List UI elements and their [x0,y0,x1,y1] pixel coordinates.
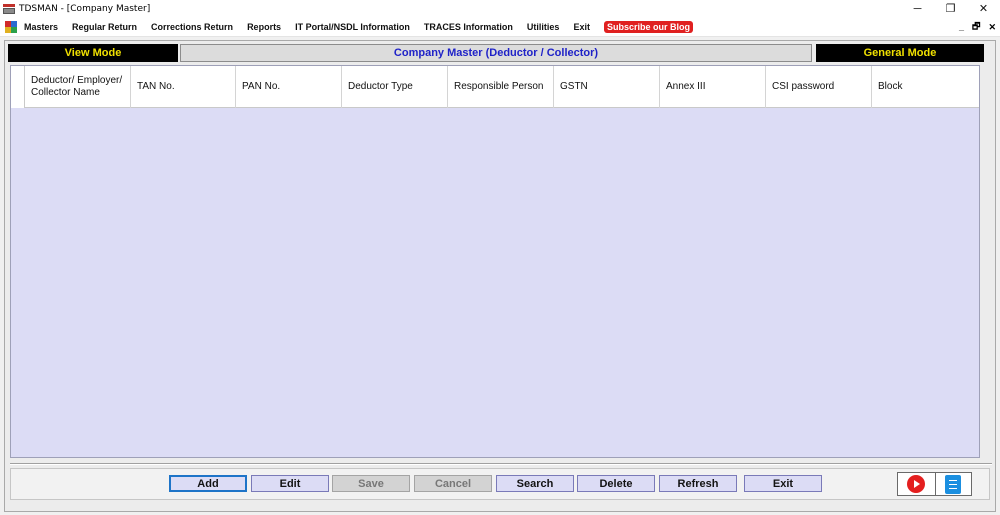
view-mode-label: View Mode [8,44,178,62]
menu-exit[interactable]: Exit [573,22,590,32]
window-titlebar: TDSMAN - [Company Master] ─ ❐ ✕ [0,0,1000,17]
column-header-block[interactable]: Block [872,66,979,108]
company-grid[interactable]: Deductor/ Employer/ Collector Name TAN N… [10,65,980,458]
column-header-responsible-person[interactable]: Responsible Person [448,66,554,108]
menu-regular-return[interactable]: Regular Return [72,22,137,32]
menu-bar: Masters Regular Return Corrections Retur… [0,17,1000,37]
column-header-csi-password[interactable]: CSI password [766,66,872,108]
edit-button[interactable]: Edit [251,475,329,492]
exit-button[interactable]: Exit [744,475,822,492]
mdi-controls: _ 🗗 ✕ [959,17,996,37]
window-controls: ─ ❐ ✕ [901,0,1000,17]
mdi-close-icon[interactable]: ✕ [988,22,996,33]
subscribe-blog-link[interactable]: Subscribe our Blog [603,20,693,33]
menu-utilities[interactable]: Utilities [527,22,560,32]
minimize-icon[interactable]: ─ [901,0,934,17]
divider [10,463,992,465]
refresh-button[interactable]: Refresh [659,475,737,492]
mode-bar: View Mode Company Master (Deductor / Col… [8,44,984,62]
column-header-pan[interactable]: PAN No. [236,66,342,108]
add-button[interactable]: Add [169,475,247,492]
mdi-minimize-icon[interactable]: _ [959,22,964,32]
column-header-deductor-type[interactable]: Deductor Type [342,66,448,108]
menu-corrections-return[interactable]: Corrections Return [151,22,233,32]
column-header-gstn[interactable]: GSTN [554,66,660,108]
save-button[interactable]: Save [332,475,410,492]
column-header-tan[interactable]: TAN No. [131,66,236,108]
column-header-annex-iii[interactable]: Annex III [660,66,766,108]
grid-body[interactable] [11,108,979,457]
column-header-deductor-name[interactable]: Deductor/ Employer/ Collector Name [25,66,131,108]
window-title: TDSMAN - [Company Master] [19,3,151,14]
help-icons [897,472,972,496]
close-icon[interactable]: ✕ [967,0,1000,17]
search-button[interactable]: Search [496,475,574,492]
action-toolbar: Add Edit Save Cancel Search Delete Refre… [10,468,990,500]
menu-traces-information[interactable]: TRACES Information [424,22,513,32]
document-icon[interactable] [934,473,972,495]
menu-reports[interactable]: Reports [247,22,281,32]
restore-icon[interactable]: ❐ [934,0,967,17]
menu-masters[interactable]: Masters [24,22,58,32]
mdi-restore-icon[interactable]: 🗗 [972,19,980,35]
tdsman-app-icon [3,3,15,14]
general-mode-label: General Mode [816,44,984,62]
youtube-play-icon[interactable] [898,473,935,495]
form-title: Company Master (Deductor / Collector) [180,44,812,62]
row-selector-header[interactable] [11,66,25,108]
menu-it-portal-nsdl[interactable]: IT Portal/NSDL Information [295,22,410,32]
mdi-child-icon[interactable] [5,20,17,33]
grid-header: Deductor/ Employer/ Collector Name TAN N… [11,66,979,108]
cancel-button[interactable]: Cancel [414,475,492,492]
delete-button[interactable]: Delete [577,475,655,492]
